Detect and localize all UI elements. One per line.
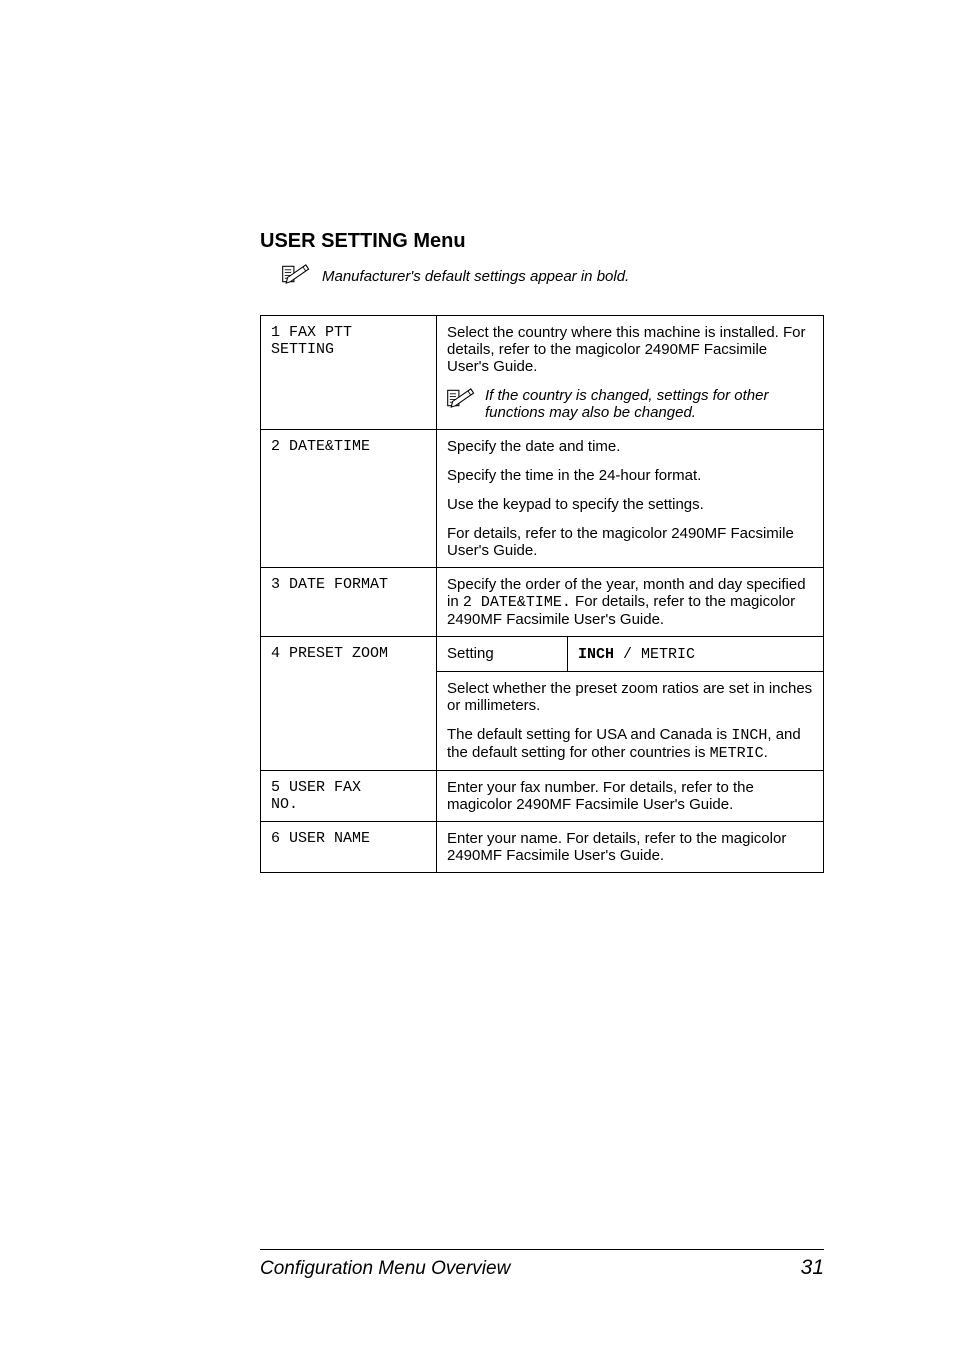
option-bold: INCH [578,646,614,663]
table-row: 3 DATE FORMAT Specify the order of the y… [261,568,824,637]
note-icon [282,263,310,285]
desc-text: The default setting for USA and Canada i… [447,726,731,743]
setting-key: 6 USER NAME [261,822,437,873]
top-note-text: Manufacturer's default settings appear i… [322,268,629,285]
setting-desc: Enter your fax number. For details, refe… [437,771,824,822]
desc-para: Select the country where this machine is… [447,324,813,375]
table-row: 1 FAX PTT SETTING Select the country whe… [261,316,824,430]
setting-desc: Select whether the preset zoom ratios ar… [437,672,824,771]
footer-title: Configuration Menu Overview [260,1258,510,1280]
option: METRIC [641,646,695,663]
top-note: Manufacturer's default settings appear i… [282,263,824,285]
setting-key: 2 DATE&TIME [261,430,437,568]
note-line2: functions may also be changed. [485,404,769,421]
desc-para: For details, refer to the magicolor 2490… [447,525,813,559]
setting-desc: Specify the order of the year, month and… [437,568,824,637]
inline-note-text: If the country is changed, settings for … [485,387,769,421]
option-sep: / [614,646,641,663]
setting-key: 3 DATE FORMAT [261,568,437,637]
setting-desc: Enter your name. For details, refer to t… [437,822,824,873]
setting-desc: Select the country where this machine is… [437,316,824,430]
section-title: USER SETTING Menu [260,230,824,253]
setting-key: 5 USER FAX NO. [261,771,437,822]
setting-desc: Specify the date and time. Specify the t… [437,430,824,568]
setting-options: INCH / METRIC [568,637,824,672]
desc-para: The default setting for USA and Canada i… [447,726,813,762]
desc-para: Select whether the preset zoom ratios ar… [447,680,813,714]
setting-key: 4 PRESET ZOOM [261,637,437,771]
note-line1: If the country is changed, settings for … [485,387,769,404]
mono-text: METRIC [710,745,764,762]
setting-label: Setting [437,637,568,672]
desc-para: Use the keypad to specify the settings. [447,496,813,513]
desc-para: Specify the date and time. [447,438,813,455]
desc-text: . [764,744,768,761]
setting-key: 1 FAX PTT SETTING [261,316,437,430]
footer-rule [260,1249,824,1250]
note-icon [447,387,475,409]
table-row: 5 USER FAX NO. Enter your fax number. Fo… [261,771,824,822]
inline-note: If the country is changed, settings for … [447,387,813,421]
desc-para: Specify the time in the 24-hour format. [447,467,813,484]
footer-page-number: 31 [801,1256,824,1280]
table-row: 2 DATE&TIME Specify the date and time. S… [261,430,824,568]
table-row: 4 PRESET ZOOM Setting INCH / METRIC [261,637,824,672]
settings-table: 1 FAX PTT SETTING Select the country whe… [260,315,824,873]
table-row: 6 USER NAME Enter your name. For details… [261,822,824,873]
page-footer: Configuration Menu Overview 31 [260,1249,824,1280]
mono-text: INCH [731,727,767,744]
mono-text: 2 DATE&TIME. [463,594,571,611]
page: USER SETTING Menu Manufacturer's default… [0,0,954,1350]
